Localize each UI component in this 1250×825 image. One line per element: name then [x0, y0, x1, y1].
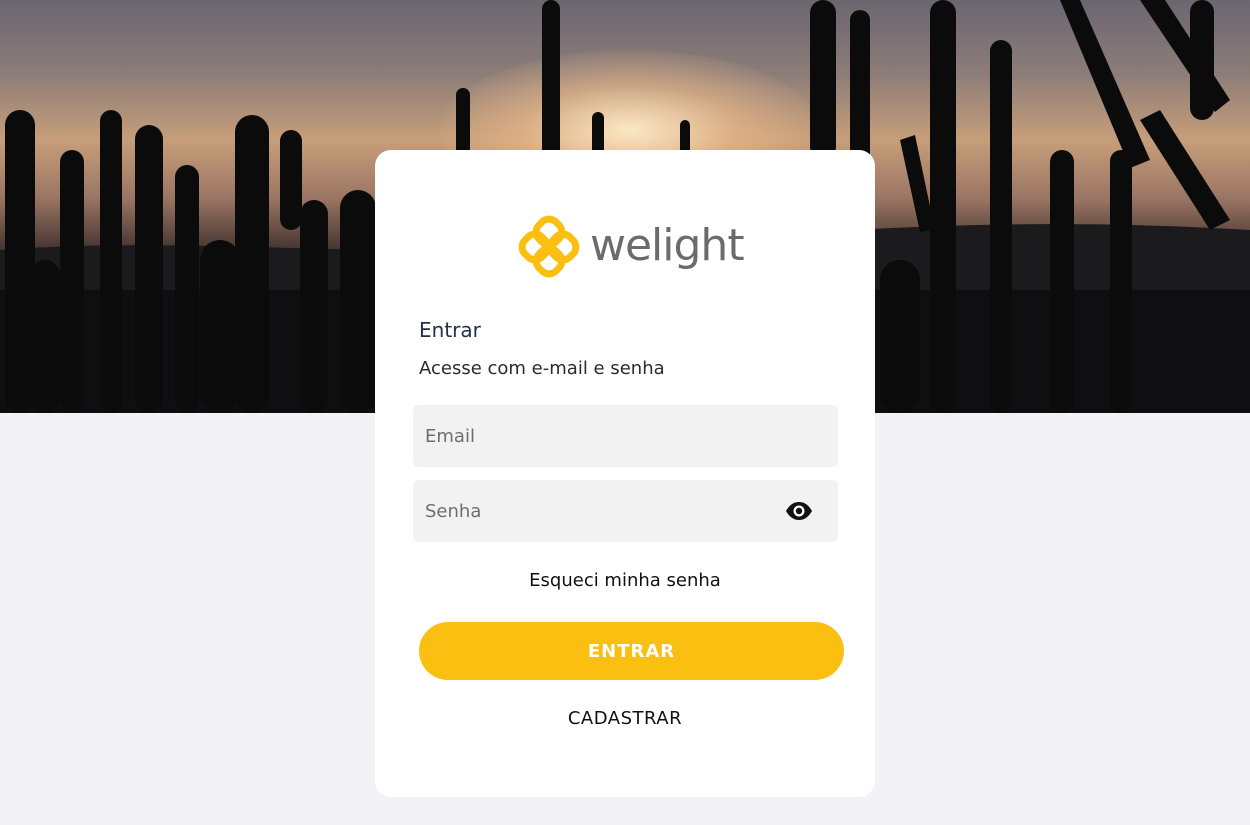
- brand-logo: welight: [518, 215, 745, 279]
- show-password-button[interactable]: [784, 497, 814, 525]
- login-title: Entrar: [419, 318, 481, 342]
- email-field-container: [413, 405, 838, 467]
- eye-icon: [786, 502, 812, 520]
- email-input[interactable]: [413, 405, 797, 467]
- login-button[interactable]: ENTRAR: [419, 622, 844, 680]
- forgot-password-link[interactable]: Esqueci minha senha: [375, 570, 875, 591]
- welight-logo-icon: [518, 215, 580, 278]
- brand-name: welight: [590, 219, 745, 271]
- login-subtitle: Acesse com e-mail e senha: [419, 358, 665, 379]
- password-input[interactable]: [413, 480, 797, 542]
- register-button[interactable]: CADASTRAR: [375, 708, 875, 729]
- login-card: welight Entrar Acesse com e-mail e senha…: [375, 150, 875, 797]
- password-field-container: [413, 480, 838, 542]
